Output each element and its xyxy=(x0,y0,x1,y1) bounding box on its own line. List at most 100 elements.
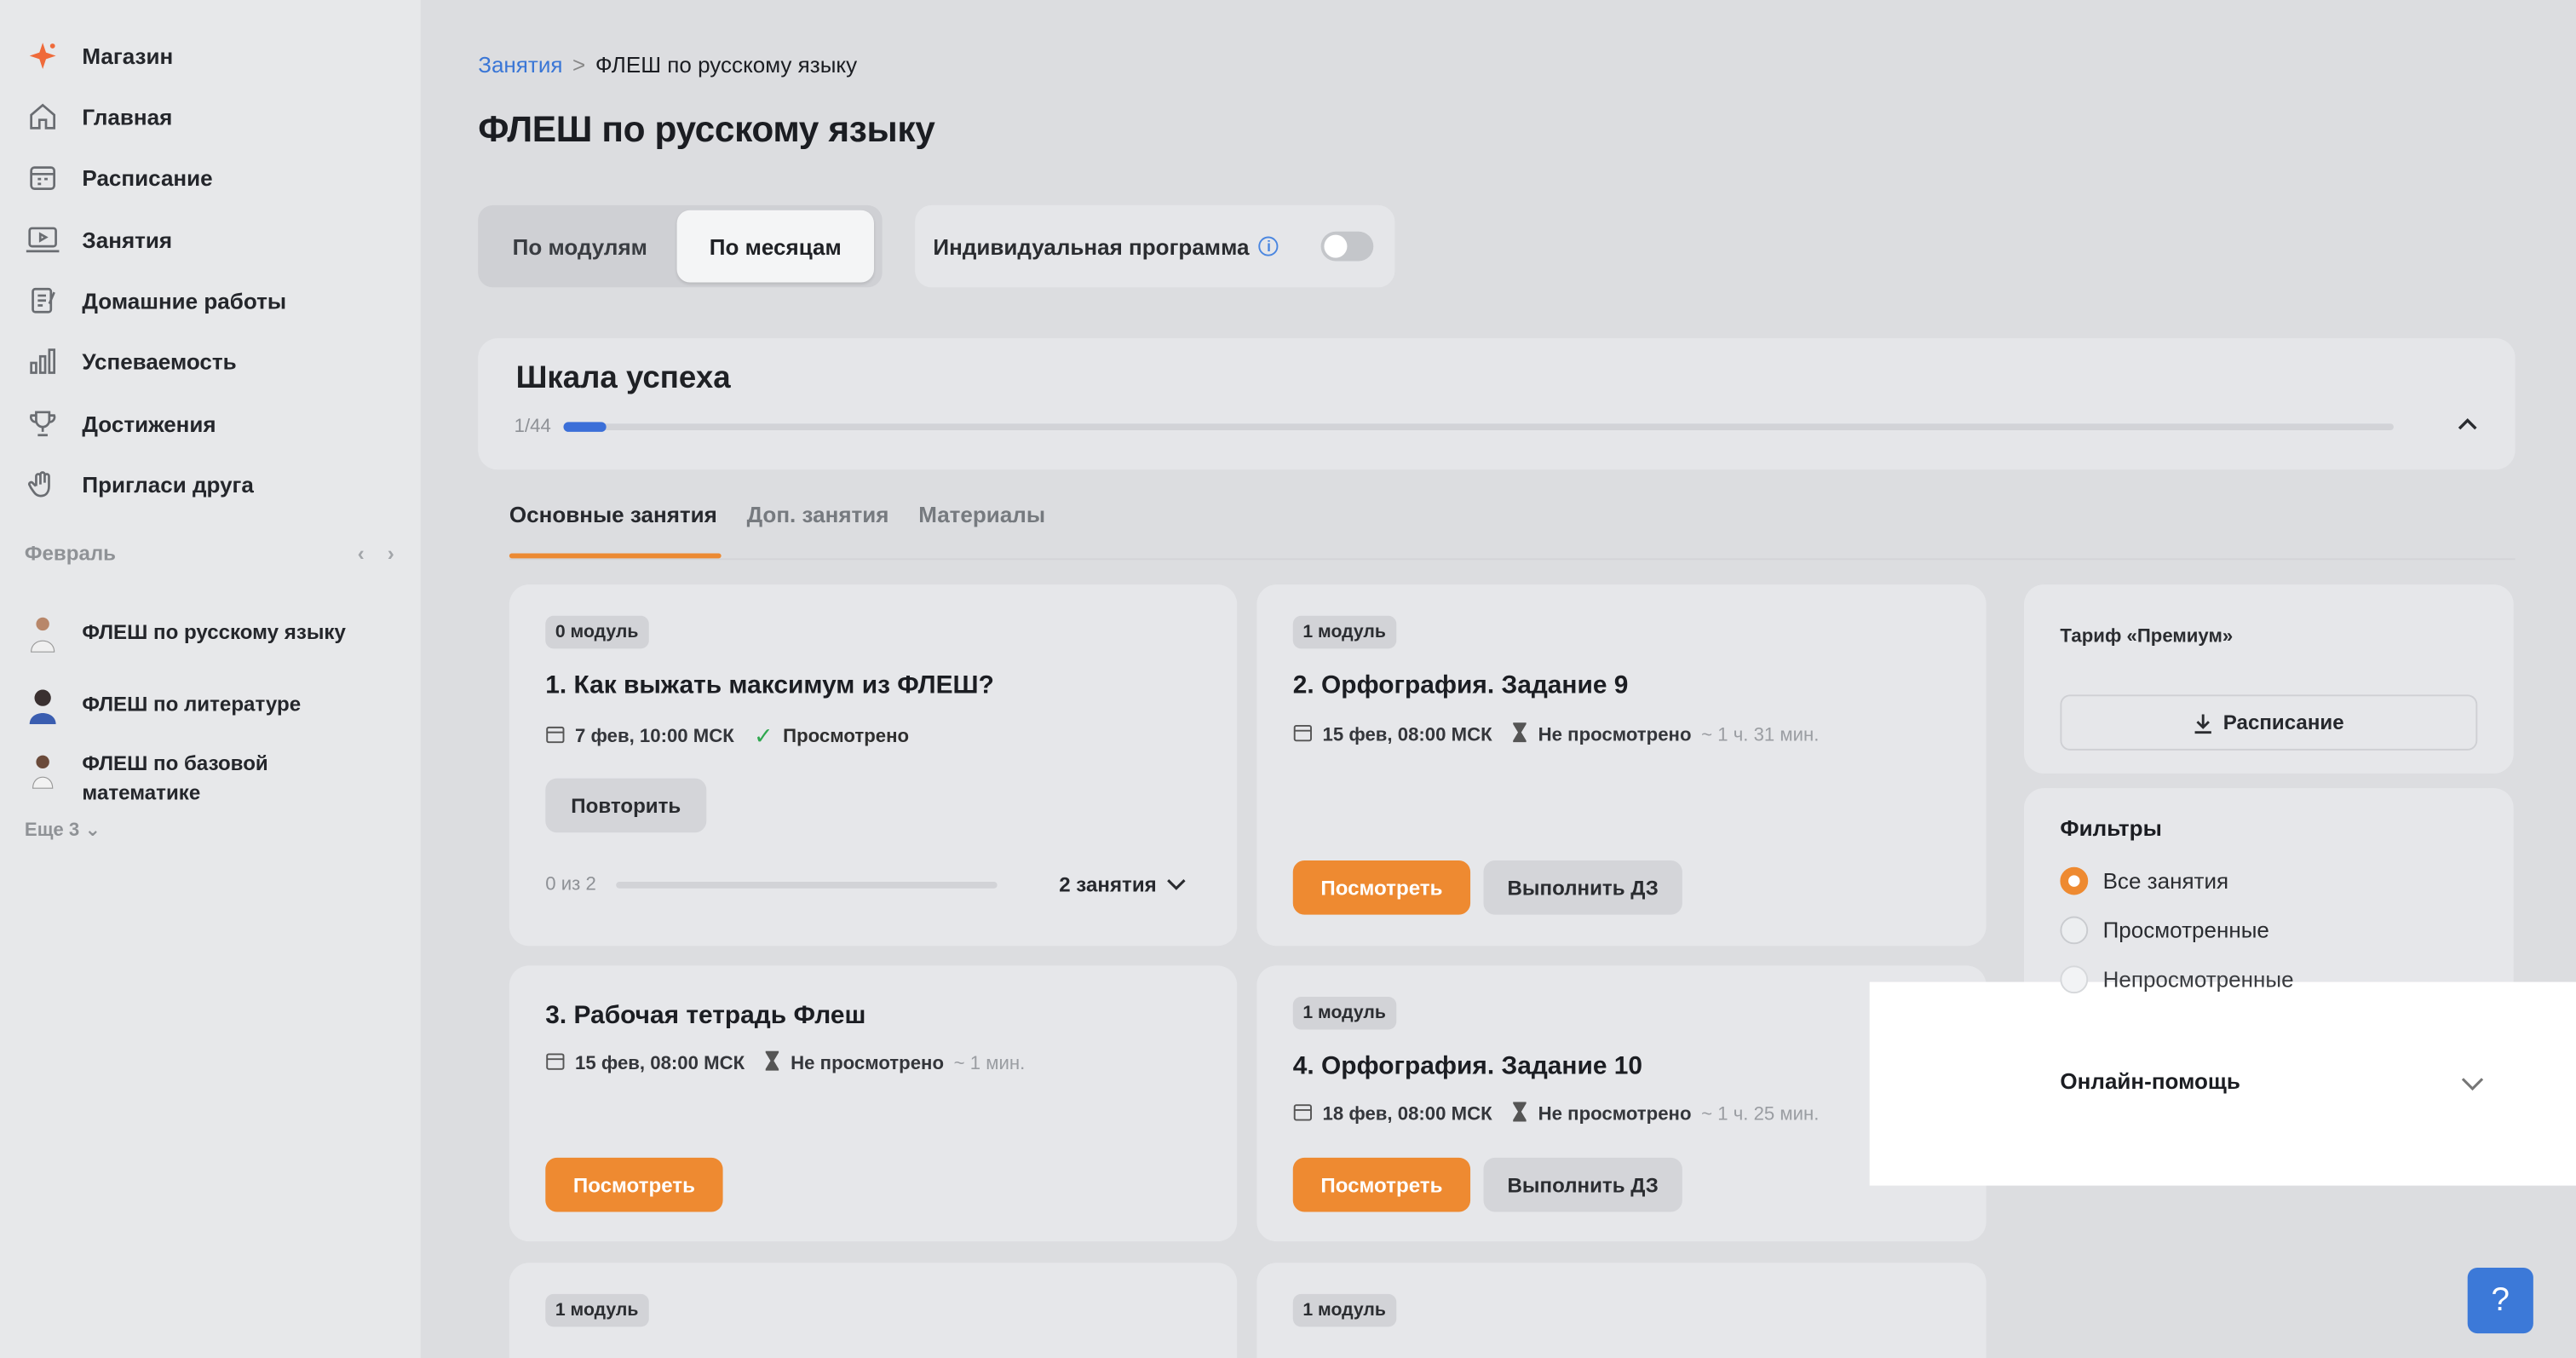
lesson-tabs: Основные занятия Доп. занятия Материалы xyxy=(509,503,1045,527)
lesson-date: 15 фев, 08:00 МСК xyxy=(574,1053,745,1073)
individual-program-toggle[interactable] xyxy=(1321,231,1375,262)
success-scale-row: 1/44 xyxy=(515,417,2395,437)
nav-label: Расписание xyxy=(82,164,213,190)
nav-label: Успеваемость xyxy=(82,348,237,374)
lesson-meta: 15 фев, 08:00 МСК Не просмотрено ~ 1 мин… xyxy=(545,1050,1026,1076)
homework-icon xyxy=(23,281,62,320)
next-month-icon[interactable]: › xyxy=(388,542,394,565)
calendar-icon xyxy=(545,1051,565,1076)
nav-item-invite[interactable]: Пригласи друга xyxy=(23,464,254,503)
download-schedule-button[interactable]: Расписание xyxy=(2060,694,2478,751)
radio[interactable] xyxy=(2060,965,2089,994)
individual-program-label: Индивидуальная программа xyxy=(933,233,1250,259)
lesson-card: 3. Рабочая тетрадь Флеш 15 фев, 08:00 МС… xyxy=(509,965,1238,1242)
by-months-button[interactable]: По месяцам xyxy=(676,210,874,283)
filter-label: Все занятия xyxy=(2102,868,2229,894)
course-label: ФЛЕШ по литературе xyxy=(82,693,302,716)
lesson-meta: 18 фев, 08:00 МСК Не просмотрено ~ 1 ч. … xyxy=(1293,1102,1820,1126)
nav-item-achievements[interactable]: Достижения xyxy=(23,404,216,443)
nav-item-home[interactable]: Главная xyxy=(23,97,172,136)
lesson-date: 7 фев, 10:00 МСК xyxy=(574,726,734,747)
chevron-down-icon: ⌄ xyxy=(84,820,101,841)
avatar xyxy=(32,755,54,789)
filter-option-watched[interactable]: Просмотренные xyxy=(2060,916,2269,945)
lesson-title[interactable]: 2. Орфография. Задание 9 xyxy=(1293,671,1629,701)
tariff-label: Тариф «Премиум» xyxy=(2060,627,2234,647)
lesson-status: Не просмотрено xyxy=(1538,724,1692,745)
lesson-date: 18 фев, 08:00 МСК xyxy=(1322,1104,1492,1125)
by-modules-button[interactable]: По модулям xyxy=(483,210,677,283)
breadcrumb-link[interactable]: Занятия xyxy=(478,53,562,78)
radio-selected[interactable] xyxy=(2060,866,2089,895)
lesson-title[interactable]: 3. Рабочая тетрадь Флеш xyxy=(545,1002,865,1032)
sparkle-icon xyxy=(23,36,62,75)
collapse-chevron-icon[interactable] xyxy=(2456,411,2479,440)
watch-button[interactable]: Посмотреть xyxy=(1292,1157,1471,1212)
play-monitor-icon xyxy=(23,220,62,259)
lesson-card: 1 модуль xyxy=(509,1263,1238,1358)
online-help-label: Онлайн-помощь xyxy=(2060,1068,2240,1094)
calendar-icon xyxy=(1293,1102,1313,1126)
radio[interactable] xyxy=(2060,916,2089,945)
lessons-count-toggle[interactable]: 2 занятия xyxy=(1059,873,1186,896)
hourglass-icon xyxy=(1512,1102,1528,1126)
success-scale-fill xyxy=(564,422,607,432)
prev-month-icon[interactable]: ‹ xyxy=(358,542,365,565)
lesson-duration: ~ 1 мин. xyxy=(953,1053,1026,1073)
nav-label: Пригласи друга xyxy=(82,472,254,498)
lesson-status: Не просмотрено xyxy=(791,1053,945,1073)
calendar-icon xyxy=(1293,722,1313,747)
success-scale-bar xyxy=(564,422,2395,432)
nav-item-performance[interactable]: Успеваемость xyxy=(23,342,237,381)
lesson-duration: ~ 1 ч. 25 мин. xyxy=(1701,1104,1820,1125)
chevron-down-icon xyxy=(1167,879,1186,890)
tab-main-lessons[interactable]: Основные занятия xyxy=(509,503,717,527)
module-badge: 1 модуль xyxy=(1292,615,1396,649)
module-badge: 1 модуль xyxy=(1292,996,1396,1030)
lesson-progress-text: 0 из 2 xyxy=(545,875,596,895)
tariff-card: Тариф «Премиум» Расписание xyxy=(2023,584,2514,774)
hand-wave-icon xyxy=(23,464,62,503)
watch-button[interactable]: Посмотреть xyxy=(545,1157,723,1212)
filters-title: Фильтры xyxy=(2060,815,2162,841)
repeat-button[interactable]: Повторить xyxy=(545,778,707,833)
trophy-icon xyxy=(23,404,62,443)
nav-item-homework[interactable]: Домашние работы xyxy=(23,281,286,320)
download-schedule-label: Расписание xyxy=(2222,711,2344,734)
do-homework-button[interactable]: Выполнить ДЗ xyxy=(1483,860,1682,915)
tab-materials[interactable]: Материалы xyxy=(918,503,1045,527)
nav-item-schedule[interactable]: Расписание xyxy=(23,158,213,197)
lesson-card: 0 модуль 1. Как выжать максимум из ФЛЕШ?… xyxy=(509,584,1238,947)
hourglass-icon xyxy=(764,1050,780,1076)
info-icon[interactable]: i xyxy=(1259,236,1279,256)
nav-item-shop[interactable]: Магазин xyxy=(23,36,173,75)
more-label: Еще 3 xyxy=(24,820,80,841)
tabs-divider xyxy=(509,558,2516,561)
page-title: ФЛЕШ по русскому языку xyxy=(478,108,935,150)
do-homework-button[interactable]: Выполнить ДЗ xyxy=(1483,1157,1682,1212)
course-item-math[interactable]: ФЛЕШ по базовой математике xyxy=(23,749,401,808)
lesson-card: 1 модуль 2. Орфография. Задание 9 15 фев… xyxy=(1256,584,1987,947)
course-item-russian[interactable]: ФЛЕШ по русскому языку xyxy=(23,613,401,655)
module-badge: 1 модуль xyxy=(1292,1293,1396,1327)
watch-button[interactable]: Посмотреть xyxy=(1292,860,1471,915)
filter-label: Просмотренные xyxy=(2102,918,2269,943)
nav-label: Магазин xyxy=(82,43,174,68)
lesson-status: Просмотрено xyxy=(783,726,910,747)
tab-extra-lessons[interactable]: Доп. занятия xyxy=(747,503,889,527)
lesson-title[interactable]: 4. Орфография. Задание 10 xyxy=(1293,1053,1642,1083)
course-item-literature[interactable]: ФЛЕШ по литературе xyxy=(23,685,401,728)
lesson-title[interactable]: 1. Как выжать максимум из ФЛЕШ? xyxy=(545,671,994,701)
filter-option-all[interactable]: Все занятия xyxy=(2060,866,2229,895)
nav-item-lessons[interactable]: Занятия xyxy=(23,220,172,259)
lessons-count: 2 занятия xyxy=(1059,873,1157,897)
online-help-card[interactable]: Онлайн-помощь xyxy=(2023,1034,2514,1131)
calendar-icon xyxy=(545,724,565,749)
lesson-meta: 7 фев, 10:00 МСК ✓ Просмотрено xyxy=(545,722,909,751)
module-badge: 0 модуль xyxy=(545,615,649,649)
course-label: ФЛЕШ по русскому языку xyxy=(82,620,346,644)
more-courses-toggle[interactable]: Еще 3 ⌄ xyxy=(25,818,101,841)
success-scale-card: Шкала успеха 1/44 xyxy=(478,338,2516,470)
help-fab-button[interactable]: ? xyxy=(2467,1267,2533,1334)
filter-option-unwatched[interactable]: Непросмотренные xyxy=(2060,965,2294,994)
